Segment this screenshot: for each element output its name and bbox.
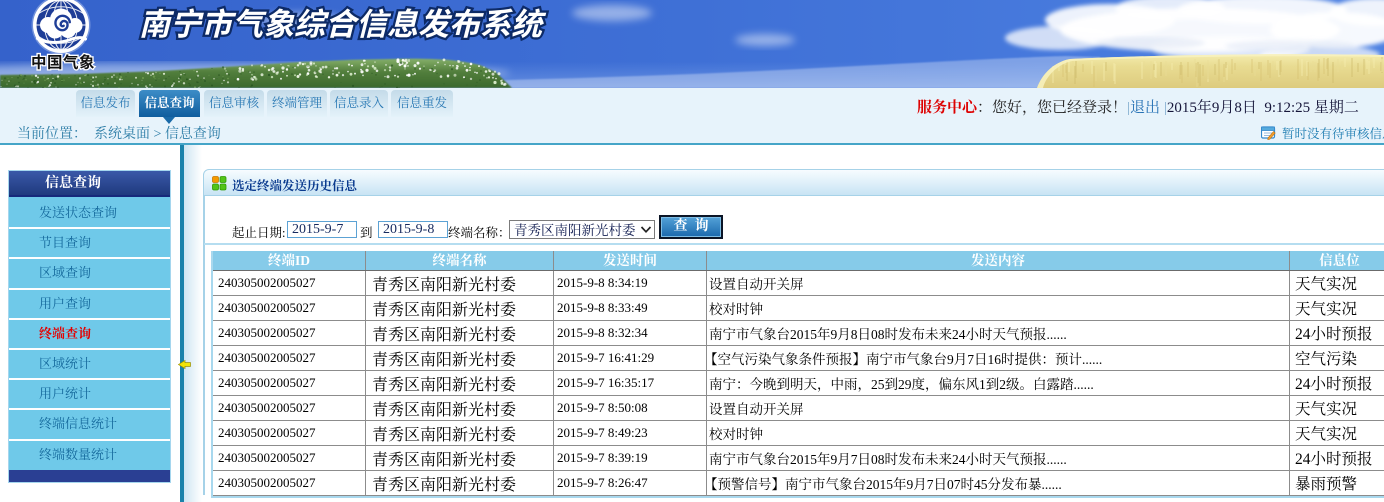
svg-text:南宁市气象综合信息发布系统: 南宁市气象综合信息发布系统 bbox=[139, 7, 547, 42]
svg-text:中国气象: 中国气象 bbox=[31, 53, 95, 72]
